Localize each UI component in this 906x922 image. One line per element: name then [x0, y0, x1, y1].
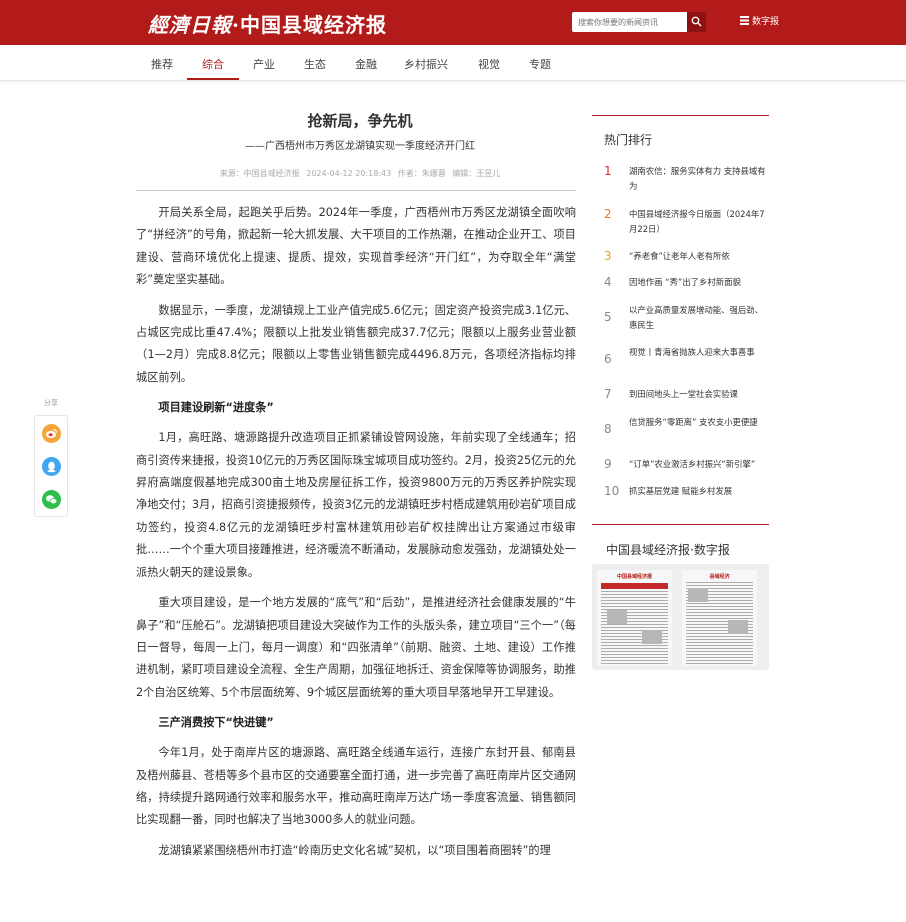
meta-date: 2024-04-12 20:18:43 — [306, 169, 392, 178]
article-body: 开局关系全局，起跑关乎后势。2024年一季度，广西梧州市万秀区龙湖镇全面吹响了“… — [136, 202, 576, 870]
paper-section-top-rule — [592, 524, 769, 525]
hot-item-title[interactable]: 湖南农信：服务实体有力 支持县域有为 — [629, 164, 767, 194]
page-masthead: 中国县域经济报 — [616, 574, 652, 580]
hot-rank-number: 7 — [604, 387, 612, 401]
article-section-heading: 项目建设刷新“进度条” — [158, 401, 274, 415]
article-paragraph: 今年1月，处于南岸片区的塘源路、高旺路全线通车运行，连接广东封开县、郁南县及梧州… — [136, 746, 576, 827]
nav-item-topics[interactable]: 专题 — [529, 56, 551, 72]
hot-item-title[interactable]: “养老食”让老年人老有所依 — [629, 249, 767, 264]
hot-rank-number: 4 — [604, 275, 612, 289]
hot-item-title[interactable]: “订单”农业激活乡村振兴“新引擎” — [629, 457, 767, 472]
meta-source: 来源：中国县域经济报 — [219, 169, 300, 178]
nav-item-industry[interactable]: 产业 — [253, 56, 275, 72]
share-qq-button[interactable] — [42, 457, 61, 476]
hot-item-title[interactable]: 到田间地头上一堂社会实验课 — [629, 387, 767, 402]
logo-dot: · — [232, 13, 240, 37]
nav-item-general[interactable]: 综合 — [202, 56, 224, 72]
share-bar — [34, 415, 68, 517]
nav-item-ecology[interactable]: 生态 — [304, 56, 326, 72]
page-text-columns — [601, 591, 668, 665]
hot-item-title[interactable]: 以产业高质量发展增动能、强后劲、惠民生 — [629, 303, 767, 333]
article-paragraph: 龙湖镇紧紧围绕梧州市打造“岭南历史文化名城”契机，以“项目围着商圈转”的理 — [158, 843, 551, 857]
hot-rank-number: 3 — [604, 249, 612, 263]
share-weibo-button[interactable] — [42, 424, 61, 443]
digital-paper-title: 中国县域经济报·数字报 — [606, 543, 730, 557]
hot-rank-number: 2 — [604, 207, 612, 221]
article-paragraph: 1月，高旺路、塘源路提升改造项目正抓紧铺设管网设施，年前实现了全线通车；招商引资… — [136, 431, 576, 579]
hot-rank-number: 9 — [604, 457, 612, 471]
hot-rank-number: 5 — [604, 310, 612, 324]
hot-item-title[interactable]: 中国县域经济报今日版面（2024年7月22日） — [629, 207, 767, 237]
hot-rank-number: 10 — [604, 484, 620, 498]
nav-item-rural-revitalization[interactable]: 乡村振兴 — [404, 56, 448, 72]
article-paragraph: 数据显示，一季度，龙湖镇规上工业产值完成5.6亿元；固定资产投资完成3.1亿元、… — [136, 303, 576, 384]
hot-rank-number: 8 — [604, 422, 612, 436]
article-meta: 来源：中国县域经济报 2024-04-12 20:18:43 作者：朱娜蓉 编辑… — [150, 168, 570, 179]
share-label: 分享 — [44, 399, 58, 407]
article-subtitle: ——广西梧州市万秀区龙湖镇实现一季度经济开门红 — [245, 141, 475, 152]
search-input[interactable] — [572, 12, 687, 32]
hot-rank-number: 1 — [604, 164, 612, 178]
page-photo — [607, 610, 627, 624]
hot-item-title[interactable]: 视觉丨青海省抛族人迎来大事喜事 — [629, 345, 767, 360]
logo-script: 經濟日報 — [148, 13, 232, 37]
page-headline-block — [601, 583, 668, 589]
nav-item-recommend[interactable]: 推荐 — [151, 56, 173, 72]
wechat-icon — [46, 495, 58, 505]
article-paragraph: 开局关系全局，起跑关乎后势。2024年一季度，广西梧州市万秀区龙湖镇全面吹响了“… — [136, 206, 576, 287]
article-paragraph: 重大项目建设，是一个地方发展的“底气”和“后劲”，是推进经济社会健康发展的“牛鼻… — [136, 596, 576, 699]
nav-item-visual[interactable]: 视觉 — [478, 56, 500, 72]
logo-main: 中国县域经济报 — [239, 13, 387, 37]
nav-item-finance[interactable]: 金融 — [355, 56, 377, 72]
share-wechat-button[interactable] — [42, 490, 61, 509]
newspaper-page-thumbnail[interactable]: 中国县域经济报 — [597, 570, 672, 666]
digital-paper-preview: 中国县域经济报 县域经济 — [592, 564, 769, 670]
page-photo — [688, 588, 708, 602]
page-masthead: 县域经济 — [709, 574, 730, 580]
digital-edition-link[interactable]: 数字报 — [740, 14, 779, 27]
search-icon — [691, 16, 702, 27]
qq-icon — [47, 461, 56, 473]
search-button[interactable] — [687, 12, 706, 32]
hot-item-title[interactable]: 因地作画 “秀”出了乡村新面貌 — [629, 275, 767, 290]
search-box — [572, 12, 706, 32]
site-logo[interactable]: 經濟日報·中国县域经济报 — [148, 9, 387, 38]
hot-section-top-rule — [592, 115, 769, 116]
main-nav: 推荐 综合 产业 生态 金融 乡村振兴 视觉 专题 — [0, 45, 906, 81]
weibo-icon — [46, 428, 58, 439]
meta-author: 作者：朱娜蓉 — [397, 169, 446, 178]
hot-item-title[interactable]: 抓实基层党建 赋能乡村发展 — [629, 484, 767, 499]
hot-item-title[interactable]: 信贷服务“零距离” 支农支小更便捷 — [629, 415, 767, 430]
active-tab-indicator — [187, 78, 239, 80]
top-header-bar: 經濟日報·中国县域经济报 数字报 — [0, 0, 906, 45]
article-title: 抢新局，争先机 — [307, 112, 413, 130]
page-photo — [642, 630, 662, 644]
newspaper-page-thumbnail[interactable]: 县域经济 — [682, 570, 757, 666]
newspaper-icon — [740, 16, 749, 25]
hot-ranking-title: 热门排行 — [604, 133, 653, 147]
page-photo — [728, 620, 748, 634]
hot-rank-number: 6 — [604, 352, 612, 366]
digital-label: 数字报 — [752, 17, 780, 27]
meta-editor: 编辑：王昱儿 — [452, 169, 501, 178]
title-divider — [136, 190, 576, 191]
article-section-heading: 三产消费按下“快进键” — [158, 716, 274, 730]
